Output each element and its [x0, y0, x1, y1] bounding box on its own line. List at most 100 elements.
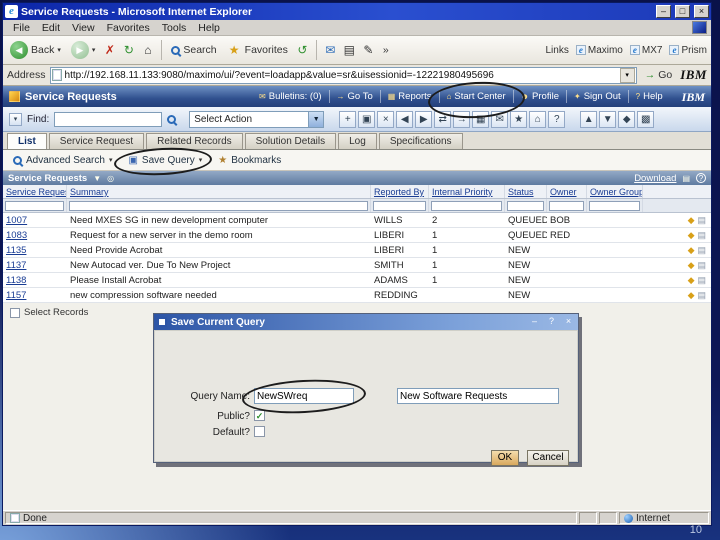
detail-menu-icon[interactable]: ▤ [697, 275, 706, 286]
service-request-link[interactable]: 1007 [6, 215, 27, 226]
route-workflow-icon[interactable]: → [453, 110, 471, 128]
tab-log[interactable]: Log [338, 133, 377, 149]
menu-file[interactable]: File [7, 21, 36, 35]
column-status[interactable]: Status [505, 185, 547, 198]
find-dropdown-icon[interactable]: ▾ [9, 112, 22, 126]
previous-page-icon[interactable]: ▲ [580, 110, 598, 128]
column-owner-group[interactable]: Owner Group [587, 185, 643, 198]
tab-service-request[interactable]: Service Request [48, 133, 145, 149]
forward-button[interactable]: ▶ ▾ [68, 40, 99, 60]
forward-dropdown-icon[interactable]: ▾ [92, 46, 96, 54]
find-input[interactable] [54, 111, 163, 127]
address-field[interactable]: ▾ [49, 66, 637, 84]
bookmark-icon[interactable]: ★ [510, 110, 528, 128]
service-request-link[interactable]: 1135 [6, 245, 26, 256]
select-records-checkbox[interactable] [10, 307, 20, 318]
advanced-search-button[interactable]: Advanced Search ▾ [13, 155, 112, 166]
nav-profile[interactable]: ☻ Profile [514, 90, 567, 103]
home-icon[interactable]: ⌂ [140, 43, 155, 57]
search-button[interactable]: Search [168, 43, 219, 57]
select-action-dropdown[interactable]: Select Action ▼ [189, 110, 325, 128]
print-icon[interactable]: ▤ [682, 174, 690, 183]
column-owner[interactable]: Owner [547, 185, 587, 198]
favorites-button[interactable]: ★ Favorites [224, 42, 291, 58]
tab-list[interactable]: List [7, 133, 47, 149]
flag-icon[interactable]: ◆ [618, 110, 636, 128]
query-description-input[interactable] [397, 388, 559, 404]
nav-help[interactable]: ? Help [629, 90, 670, 103]
filter-service-request-input[interactable] [5, 200, 64, 211]
print-icon[interactable]: ▤ [342, 43, 357, 57]
edit-icon[interactable]: ✎ [361, 43, 376, 57]
help-icon[interactable]: ? [696, 173, 706, 183]
column-internal-priority[interactable]: Internal Priority [429, 185, 505, 198]
insert-new-record-icon[interactable]: + [339, 110, 357, 128]
previous-record-icon[interactable]: ◀ [396, 110, 414, 128]
filter-owner-input[interactable] [549, 200, 584, 211]
column-reported-by[interactable]: Reported By [371, 185, 429, 198]
link-prism[interactable]: e Prism [669, 45, 707, 56]
bookmark-icon[interactable]: ◆ [688, 275, 695, 286]
dialog-minimize-icon[interactable]: – [528, 316, 541, 328]
dialog-close-icon[interactable]: × [562, 316, 575, 328]
menu-view[interactable]: View [66, 21, 101, 35]
save-query-button[interactable]: ▣ Save Query ▾ [113, 144, 213, 178]
help-icon[interactable]: ? [548, 110, 566, 128]
mail-icon[interactable]: ✉ [323, 43, 338, 57]
find-search-icon[interactable] [167, 114, 177, 124]
filter-reported-by-input[interactable] [373, 200, 426, 211]
service-request-link[interactable]: 1083 [6, 230, 27, 241]
filter-status-input[interactable] [507, 200, 544, 211]
back-dropdown-icon[interactable]: ▾ [57, 46, 61, 54]
next-record-icon[interactable]: ▶ [415, 110, 433, 128]
nav-go-to[interactable]: → Go To [330, 90, 381, 103]
clear-changes-icon[interactable]: × [377, 110, 395, 128]
nav-start-center[interactable]: ⌂ Start Center [426, 79, 526, 121]
menu-edit[interactable]: Edit [36, 21, 66, 35]
address-input[interactable] [64, 69, 617, 81]
history-icon[interactable]: ↺ [295, 43, 310, 57]
bookmark-icon[interactable]: ◆ [688, 290, 695, 301]
service-request-link[interactable]: 1137 [6, 260, 26, 271]
attachments-icon[interactable]: ✉ [491, 110, 509, 128]
change-status-icon[interactable]: ⇄ [434, 110, 452, 128]
filter-summary-input[interactable] [69, 200, 368, 211]
bookmark-icon[interactable]: ◆ [688, 260, 695, 271]
detail-menu-icon[interactable]: ▤ [697, 260, 706, 271]
tab-specifications[interactable]: Specifications [378, 133, 463, 149]
detail-menu-icon[interactable]: ▤ [697, 245, 706, 256]
bookmarks-button[interactable]: ★ Bookmarks [218, 155, 281, 166]
link-maximo[interactable]: e Maximo [575, 45, 623, 56]
dialog-titlebar[interactable]: Save Current Query – ? × [154, 314, 578, 330]
minimize-button[interactable]: – [656, 5, 671, 18]
address-dropdown-icon[interactable]: ▾ [619, 67, 635, 83]
public-checkbox[interactable]: ✓ [254, 410, 265, 421]
column-summary[interactable]: Summary [67, 185, 371, 198]
tab-related-records[interactable]: Related Records [146, 133, 243, 149]
filter-owner-group-input[interactable] [589, 200, 640, 211]
menu-tools[interactable]: Tools [156, 21, 193, 35]
filter-internal-priority-input[interactable] [431, 200, 502, 211]
ok-button[interactable]: OK [491, 450, 519, 466]
link-mx7[interactable]: e MX7 [629, 45, 662, 56]
filter-funnel-icon[interactable]: ▼ [93, 174, 101, 183]
dialog-help-icon[interactable]: ? [545, 316, 558, 328]
service-request-link[interactable]: 1157 [6, 290, 26, 301]
bookmark-icon[interactable]: ◆ [688, 215, 695, 226]
column-service-request[interactable]: Service Request ▴ [3, 185, 67, 198]
back-button[interactable]: ◀ Back ▾ [7, 40, 64, 60]
refresh-icon[interactable]: ↻ [121, 43, 136, 57]
default-checkbox[interactable] [254, 426, 265, 437]
service-request-link[interactable]: 1138 [6, 275, 26, 286]
start-center-icon[interactable]: ⌂ [529, 110, 547, 128]
menu-help[interactable]: Help [192, 21, 226, 35]
download-link[interactable]: Download [634, 173, 676, 184]
query-name-input[interactable] [254, 388, 354, 404]
menu-favorites[interactable]: Favorites [101, 21, 156, 35]
tab-solution-details[interactable]: Solution Details [244, 133, 337, 149]
stop-icon[interactable]: ✗ [102, 43, 117, 57]
bookmark-icon[interactable]: ◆ [688, 245, 695, 256]
cancel-button[interactable]: Cancel [527, 450, 569, 466]
next-page-icon[interactable]: ▼ [599, 110, 617, 128]
grid-icon[interactable]: ▩ [637, 110, 655, 128]
